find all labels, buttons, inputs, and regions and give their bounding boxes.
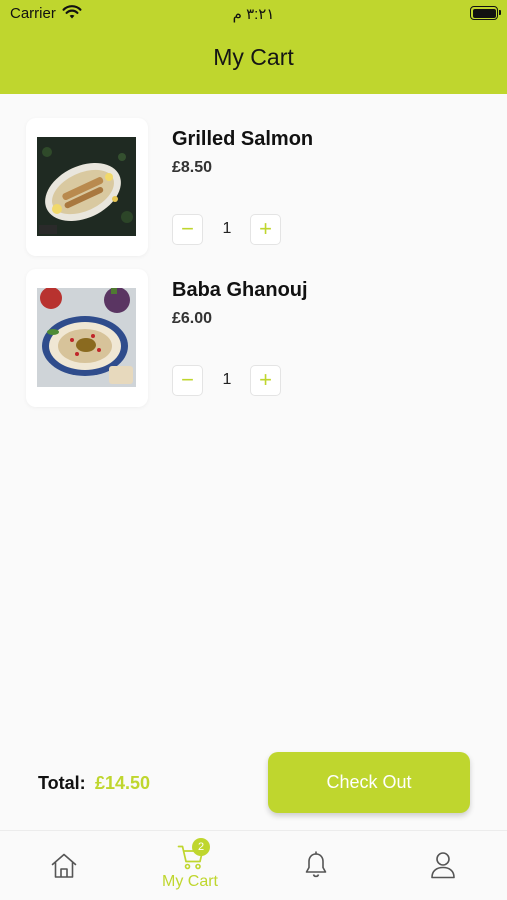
cart-count-badge: 2 bbox=[192, 838, 210, 856]
cart-item-grilled-salmon: Grilled Salmon £8.50 − 1 + bbox=[26, 118, 486, 258]
item-name: Grilled Salmon bbox=[172, 128, 314, 150]
nav-my-cart[interactable]: 2 My Cart bbox=[145, 831, 235, 900]
nav-my-cart-label: My Cart bbox=[162, 873, 218, 890]
status-time: ٣:٢١ م bbox=[232, 6, 275, 23]
total-value: £14.50 bbox=[95, 773, 151, 793]
item-name: Baba Ghanouj bbox=[172, 279, 308, 301]
decrease-quantity-button[interactable]: − bbox=[172, 365, 203, 396]
bell-icon bbox=[305, 851, 327, 878]
grilled-salmon-photo bbox=[37, 137, 136, 236]
home-icon bbox=[51, 853, 77, 878]
decrease-quantity-button[interactable]: − bbox=[172, 214, 203, 245]
item-price: £8.50 bbox=[172, 159, 213, 176]
item-image bbox=[26, 118, 148, 256]
bottom-nav: 2 My Cart bbox=[0, 830, 507, 900]
item-image bbox=[26, 269, 148, 407]
page-title: My Cart bbox=[213, 44, 294, 70]
battery-icon bbox=[470, 6, 501, 20]
increase-quantity-button[interactable]: + bbox=[250, 365, 281, 396]
quantity-value: 1 bbox=[222, 220, 232, 237]
cart-item-baba-ghanouj: Baba Ghanouj £6.00 − 1 + bbox=[26, 269, 486, 409]
item-price: £6.00 bbox=[172, 310, 213, 327]
total-label: Total: bbox=[38, 773, 86, 793]
user-icon bbox=[431, 852, 455, 879]
quantity-value: 1 bbox=[222, 371, 232, 388]
status-bar: Carrier ٣:٢١ م bbox=[0, 0, 507, 30]
increase-quantity-button[interactable]: + bbox=[250, 214, 281, 245]
nav-home[interactable] bbox=[19, 831, 109, 900]
app-header: Carrier ٣:٢١ م My Cart bbox=[0, 0, 507, 94]
nav-notifications[interactable] bbox=[271, 831, 361, 900]
checkout-button[interactable]: Check Out bbox=[268, 752, 470, 813]
nav-profile[interactable] bbox=[398, 831, 488, 900]
baba-ghanouj-photo bbox=[37, 288, 136, 387]
